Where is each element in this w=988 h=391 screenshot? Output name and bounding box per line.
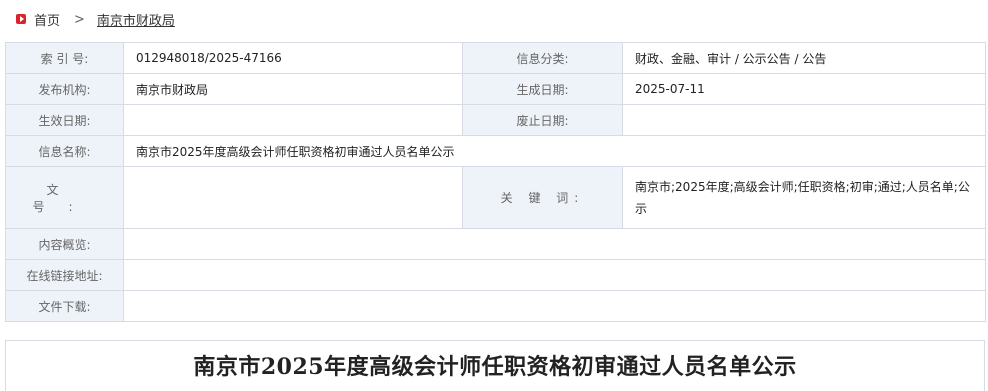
expiry-date-value [622, 104, 986, 136]
download-label: 文件下载: [5, 290, 124, 322]
summary-value [123, 228, 986, 260]
online-link-value[interactable] [123, 259, 986, 291]
info-table: 索 引 号: 012948018/2025-47166 信息分类: 财政、金融、… [5, 42, 986, 322]
effective-date-value [123, 104, 463, 136]
category-value: 财政、金融、审计 / 公示公告 / 公告 [622, 42, 986, 74]
publisher-label: 发布机构: [5, 73, 124, 105]
breadcrumb: 首页 > 南京市财政局 [16, 10, 175, 29]
keywords-label: 关 键 词: [462, 166, 623, 229]
keywords-value: 南京市;2025年度;高级会计师;任职资格;初审;通过;人员名单;公示 [622, 166, 986, 229]
doc-number-label-text: 文 号: [32, 182, 97, 214]
home-icon [16, 14, 26, 24]
expiry-date-label: 废止日期: [462, 104, 623, 136]
document-title-box: 南京市2025年度高级会计师任职资格初审通过人员名单公示 [5, 340, 985, 391]
table-row: 文件下载: [5, 290, 986, 322]
index-number-value: 012948018/2025-47166 [123, 42, 463, 74]
publisher-value: 南京市财政局 [123, 73, 463, 105]
download-value[interactable] [123, 290, 986, 322]
category-label: 信息分类: [462, 42, 623, 74]
table-row: 发布机构: 南京市财政局 生成日期: 2025-07-11 [5, 73, 986, 105]
breadcrumb-current-link[interactable]: 南京市财政局 [97, 10, 175, 29]
created-date-label: 生成日期: [462, 73, 623, 105]
online-link-label: 在线链接地址: [5, 259, 124, 291]
breadcrumb-home-link[interactable]: 首页 [34, 10, 60, 29]
document-title: 南京市2025年度高级会计师任职资格初审通过人员名单公示 [193, 354, 797, 380]
index-number-label: 索 引 号: [5, 42, 124, 74]
table-row: 信息名称: 南京市2025年度高级会计师任职资格初审通过人员名单公示 [5, 135, 986, 167]
table-row: 文 号: 关 键 词: 南京市;2025年度;高级会计师;任职资格;初审;通过;… [5, 166, 986, 229]
summary-label: 内容概览: [5, 228, 124, 260]
doc-number-value [123, 166, 463, 229]
table-row: 在线链接地址: [5, 259, 986, 291]
info-name-value: 南京市2025年度高级会计师任职资格初审通过人员名单公示 [123, 135, 986, 167]
created-date-value: 2025-07-11 [622, 73, 986, 105]
effective-date-label: 生效日期: [5, 104, 124, 136]
table-row: 索 引 号: 012948018/2025-47166 信息分类: 财政、金融、… [5, 42, 986, 74]
info-name-label: 信息名称: [5, 135, 124, 167]
table-row: 生效日期: 废止日期: [5, 104, 986, 136]
breadcrumb-separator-icon: > [74, 10, 85, 28]
table-row: 内容概览: [5, 228, 986, 260]
doc-number-label: 文 号: [5, 166, 124, 229]
keywords-label-text: 关 键 词: [500, 191, 585, 205]
